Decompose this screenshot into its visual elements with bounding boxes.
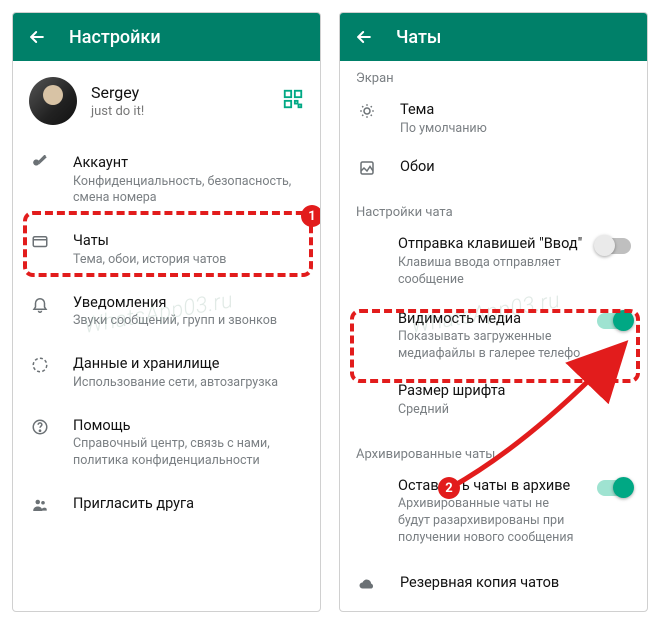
item-desc: Показывать загруженные медиафайлы в гале… — [398, 329, 583, 363]
item-title: Чаты — [73, 231, 304, 251]
settings-item-notifications[interactable]: Уведомления Звуки сообщений, групп и зво… — [13, 281, 320, 342]
cloud-icon — [356, 575, 378, 593]
keep-archived-row[interactable]: Оставлять чаты в архиве Архивированные ч… — [340, 466, 647, 557]
settings-screen: Настройки Sergey just do it! Аккаунт Кон… — [12, 12, 321, 612]
font-size-row[interactable]: Размер шрифта Средний — [340, 373, 647, 428]
item-desc: Архивированные чаты не будут разархивиро… — [398, 496, 583, 547]
back-icon[interactable] — [27, 27, 47, 47]
theme-icon — [356, 102, 378, 120]
enter-send-row[interactable]: Отправка клавишей "Ввод" Клавиша ввода о… — [340, 224, 647, 298]
item-title: Аккаунт — [73, 153, 304, 173]
chats-settings-screen: Чаты Экран Тема По умолчанию Обои Настро… — [339, 12, 648, 612]
item-title: Оставлять чаты в архиве — [398, 476, 583, 496]
item-desc: Справочный центр, связь с нами, политика… — [73, 436, 304, 470]
item-desc: Звуки сообщений, групп и звонков — [73, 313, 304, 330]
item-desc: Использование сети, автозагрузка — [73, 375, 304, 392]
chat-icon — [29, 233, 51, 251]
item-desc: Тема, обои, история чатов — [73, 252, 304, 269]
item-title: Отправка клавишей "Ввод" — [398, 234, 583, 254]
item-title: Резервная копия чатов — [400, 573, 631, 593]
back-icon[interactable] — [354, 27, 374, 47]
bell-icon — [29, 295, 51, 313]
item-title: Уведомления — [73, 293, 304, 313]
people-icon — [29, 496, 51, 514]
settings-item-help[interactable]: Помощь Справочный центр, связь с нами, п… — [13, 404, 320, 482]
item-desc: Конфиденциальность, безопасность, смена … — [73, 174, 304, 208]
section-screen: Экран — [340, 61, 647, 90]
media-visibility-switch[interactable] — [597, 313, 631, 329]
settings-item-chats[interactable]: Чаты Тема, обои, история чатов — [13, 219, 320, 280]
item-desc: Клавиша ввода отправляет сообщение — [398, 255, 583, 289]
settings-item-invite[interactable]: Пригласить друга — [13, 482, 320, 526]
appbar-chats: Чаты — [340, 13, 647, 61]
media-visibility-row[interactable]: Видимость медиа Показывать загруженные м… — [340, 299, 647, 373]
backup-row[interactable]: Резервная копия чатов — [340, 563, 647, 603]
settings-item-storage[interactable]: Данные и хранилище Использование сети, а… — [13, 342, 320, 403]
data-icon — [29, 356, 51, 374]
item-title: Обои — [400, 157, 631, 177]
qr-icon[interactable] — [282, 88, 304, 114]
keep-archived-switch[interactable] — [597, 480, 631, 496]
item-title: Размер шрифта — [398, 381, 631, 401]
appbar-settings: Настройки — [13, 13, 320, 61]
item-title: Тема — [400, 100, 631, 120]
section-chat: Настройки чата — [340, 195, 647, 224]
appbar-title: Чаты — [396, 27, 441, 48]
item-desc: Средний — [398, 402, 631, 419]
wallpaper-row[interactable]: Обои — [340, 147, 647, 187]
key-icon — [29, 155, 51, 173]
profile-row[interactable]: Sergey just do it! — [13, 61, 320, 141]
wallpaper-icon — [356, 159, 378, 177]
item-title: Видимость медиа — [398, 309, 583, 329]
appbar-title: Настройки — [69, 27, 161, 48]
enter-send-switch[interactable] — [597, 238, 631, 254]
settings-item-account[interactable]: Аккаунт Конфиденциальность, безопасность… — [13, 141, 320, 219]
item-desc: По умолчанию — [400, 121, 631, 138]
item-title: Пригласить друга — [73, 494, 304, 514]
profile-name: Sergey — [91, 83, 268, 102]
item-title: Помощь — [73, 416, 304, 436]
avatar — [29, 77, 77, 125]
section-archive: Архивированные чаты — [340, 437, 647, 466]
theme-row[interactable]: Тема По умолчанию — [340, 90, 647, 147]
profile-status: just do it! — [91, 104, 268, 119]
item-title: Данные и хранилище — [73, 354, 304, 374]
help-icon — [29, 418, 51, 436]
